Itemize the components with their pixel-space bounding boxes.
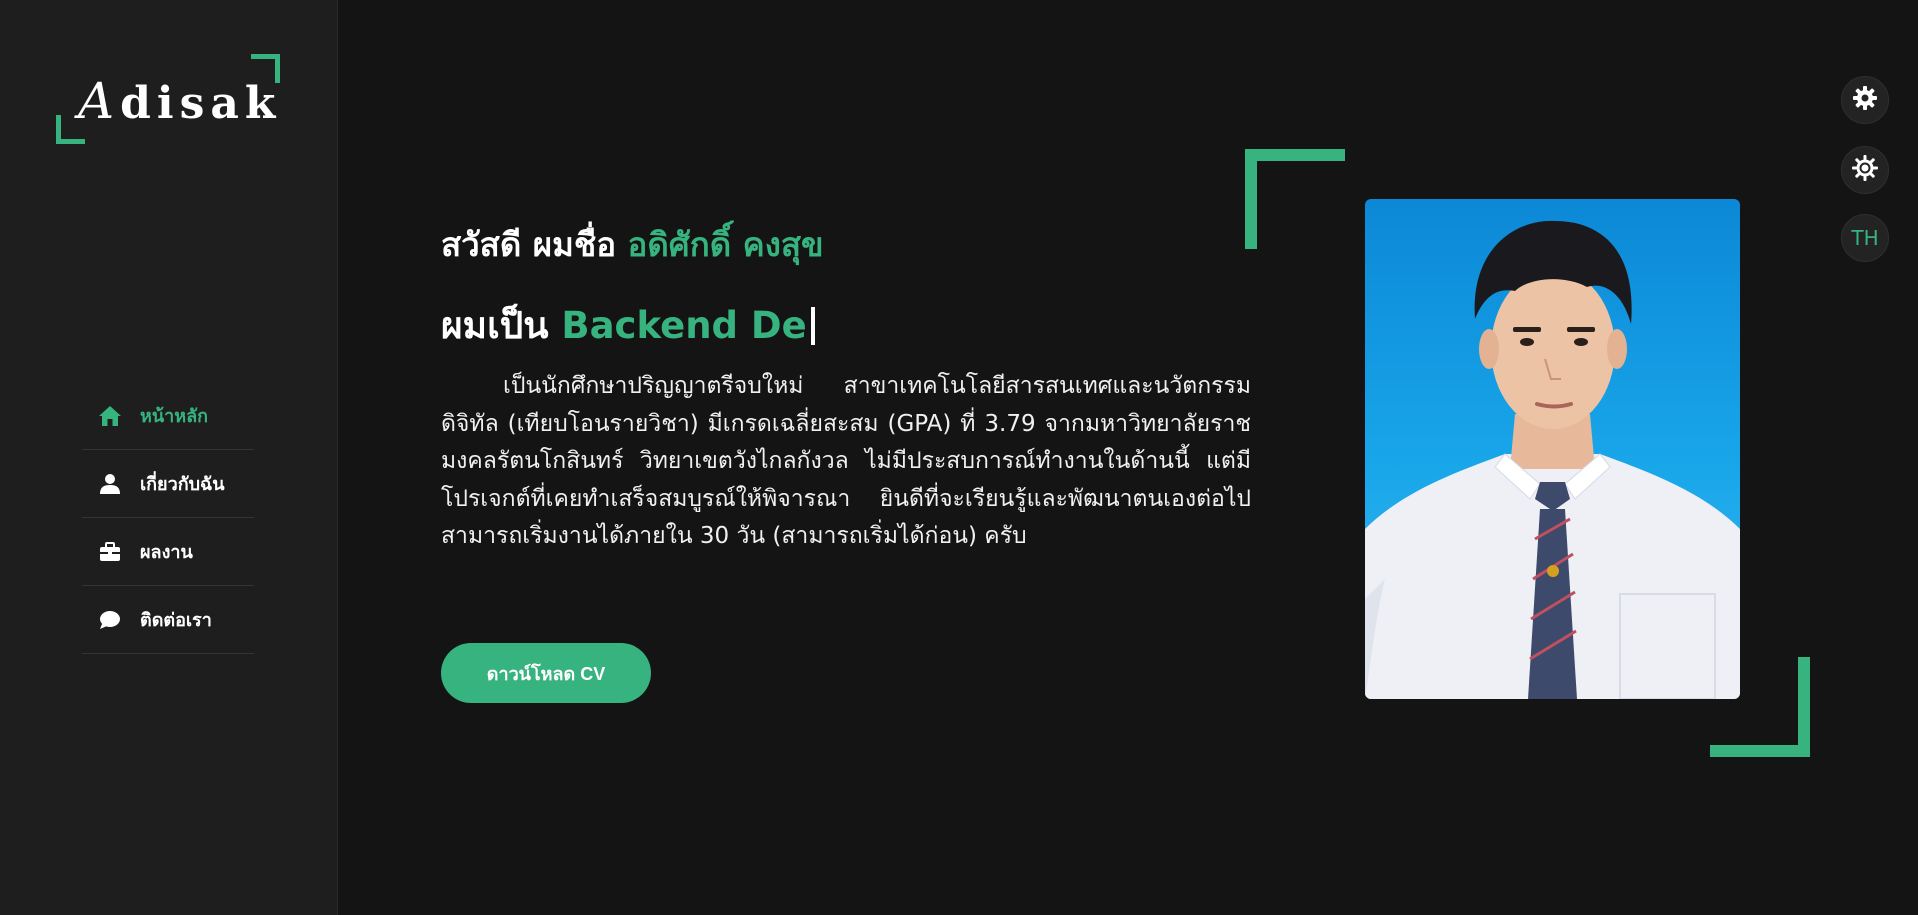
nav-item-contact[interactable]: ติดต่อเรา <box>82 586 254 654</box>
nav-item-label: ติดต่อเรา <box>140 610 212 631</box>
language-toggle-button[interactable]: TH <box>1841 214 1889 262</box>
download-cv-button[interactable]: ดาวน์โหลด CV <box>441 643 651 703</box>
nav-item-home[interactable]: หน้าหลัก <box>82 382 254 450</box>
photo-bracket-bottom-right <box>1710 657 1810 757</box>
logo[interactable]: Adisak <box>56 54 280 144</box>
home-icon <box>98 404 122 428</box>
chat-bubble-icon <box>98 608 122 632</box>
nav-item-label: ผลงาน <box>140 542 193 563</box>
role-heading: ผมเป็น Backend De <box>441 296 815 355</box>
bio-paragraph: เป็นนักศึกษาปริญญาตรีจบใหม่ สาขาเทคโนโลย… <box>441 373 1251 549</box>
gear-icon <box>1852 85 1878 115</box>
user-icon <box>98 472 122 496</box>
logo-text: Adisak <box>78 72 281 130</box>
nav-item-about[interactable]: เกี่ยวกับฉัน <box>82 450 254 518</box>
role-prefix: ผมเป็น <box>441 304 549 347</box>
nav-item-label: เกี่ยวกับฉัน <box>140 474 225 495</box>
logo-rest: disak <box>120 78 282 129</box>
main-nav: หน้าหลัก เกี่ยวกับฉัน ผลงาน ติดต่อเรา <box>82 382 254 654</box>
sun-icon <box>1851 154 1879 186</box>
sidebar: Adisak หน้าหลัก เกี่ยวกับฉัน ผลงาน ติดต่… <box>0 0 338 915</box>
profile-photo <box>1365 199 1740 699</box>
typing-caret <box>810 306 815 345</box>
logo-first-letter: A <box>78 72 121 130</box>
role-typed-text: Backend De <box>561 304 807 347</box>
greeting-prefix: สวัสดี ผมชื่อ <box>441 225 617 264</box>
nav-item-label: หน้าหลัก <box>140 406 209 427</box>
profile-photo-illustration <box>1365 220 1740 699</box>
theme-toggle-button[interactable] <box>1841 146 1889 194</box>
photo-bracket-top-left <box>1245 149 1345 249</box>
briefcase-icon <box>98 540 122 564</box>
greeting-heading: สวัสดี ผมชื่อ อดิศักดิ์ คงสุข <box>441 218 824 271</box>
owner-name: อดิศักดิ์ คงสุข <box>627 225 824 264</box>
settings-button[interactable] <box>1841 76 1889 124</box>
nav-item-portfolio[interactable]: ผลงาน <box>82 518 254 586</box>
